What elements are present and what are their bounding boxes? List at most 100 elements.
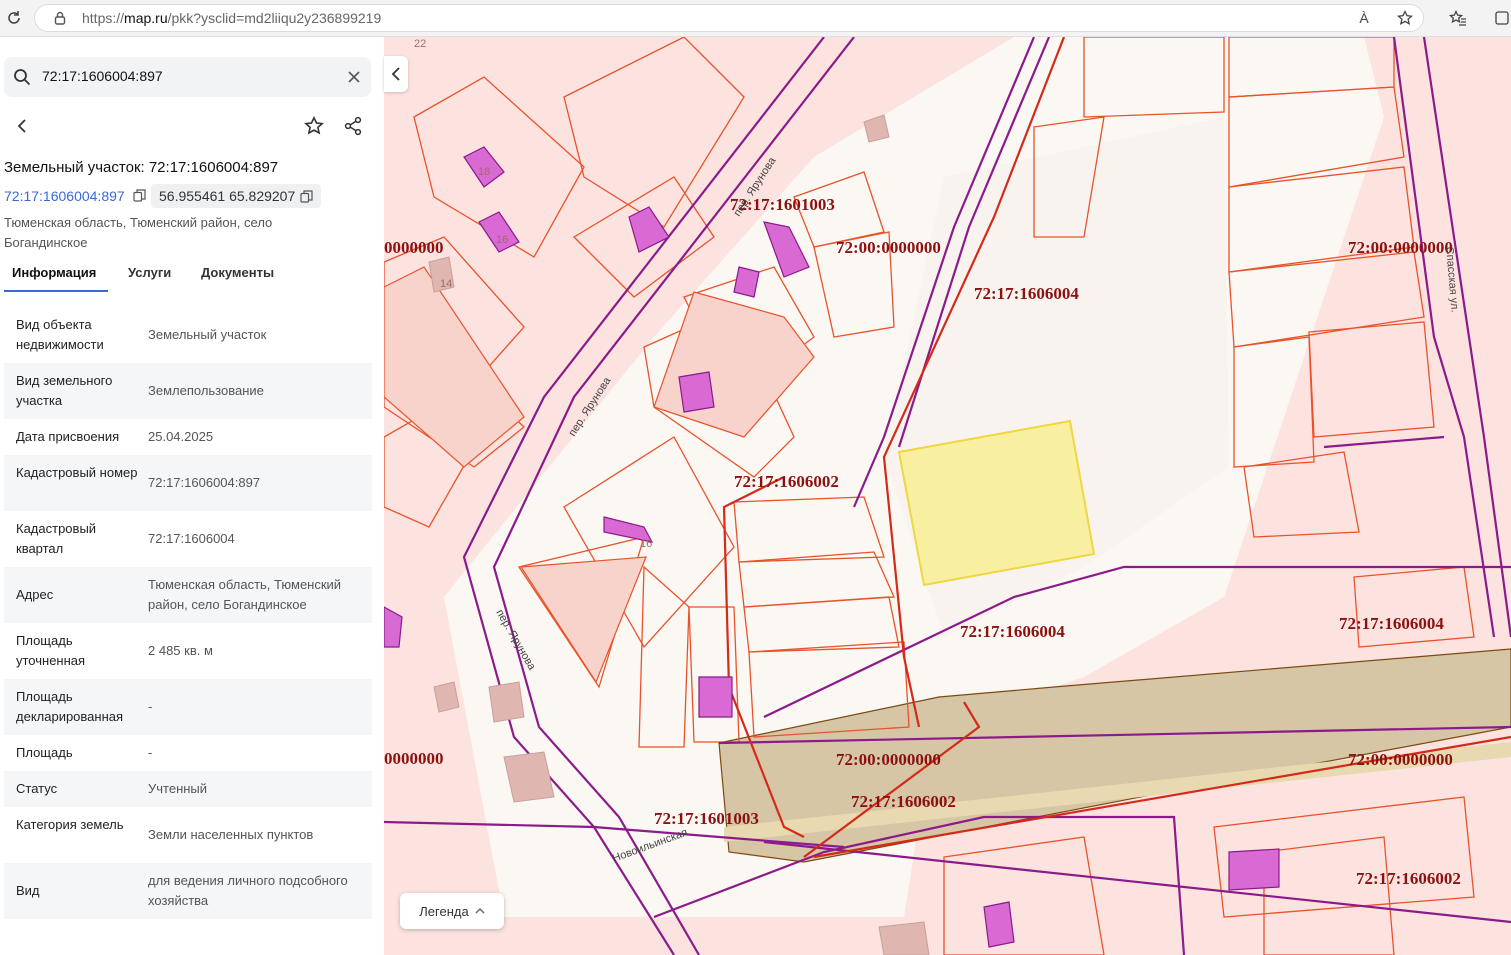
row-value: Землепользование: [148, 383, 264, 398]
reload-icon[interactable]: [2, 6, 26, 30]
parcel-outline: [1243, 451, 1360, 538]
info-table: Вид объекта недвижимости Земельный участ…: [4, 307, 372, 919]
row-label: Вид земельного участка: [16, 373, 113, 408]
cadastral-number-link[interactable]: 72:17:1606004:897: [4, 188, 146, 204]
quarter-boundary: [1422, 37, 1511, 638]
map-label-quarter: 72:17:1606002: [1356, 869, 1461, 888]
search-input[interactable]: 72:17:1606004:897: [42, 68, 163, 84]
page-title: Земельный участок: 72:17:1606004:897: [4, 159, 279, 176]
building-grey: [863, 114, 890, 143]
row-value: -: [148, 699, 153, 714]
row-label: Статус: [16, 781, 58, 796]
parcel-outline: [1353, 566, 1475, 648]
map-label-quarter: 72:00:0000000: [1348, 238, 1453, 257]
collapse-panel-button[interactable]: [384, 56, 408, 92]
street-label: Спасская ул.: [1443, 246, 1461, 313]
info-row-object-type: Вид объекта недвижимости Земельный участ…: [4, 307, 372, 363]
info-row-date: Дата присвоения 25.04.2025: [4, 419, 372, 455]
row-label: Вид объекта недвижимости: [16, 317, 104, 352]
house-number: 18: [478, 166, 490, 178]
info-row-status: Статус Учтенный: [4, 771, 372, 807]
row-value: Учтенный: [148, 781, 208, 796]
copy-icon[interactable]: [132, 189, 146, 202]
row-label: Категория земель: [16, 817, 124, 832]
chevron-up-icon: [475, 907, 485, 914]
building-grey: [488, 681, 525, 723]
row-label: Кадастровый номер: [16, 465, 138, 480]
url-text: https://map.ru/pkk?ysclid=md2liiqu2y2368…: [82, 10, 382, 26]
row-label: Адрес: [16, 587, 54, 602]
map-label-quarter: 72:17:1601003: [654, 809, 759, 828]
info-row-address: Адрес Тюменская область, Тюменский район…: [4, 567, 372, 623]
map-label-quarter: 72:17:1606002: [734, 472, 839, 491]
parcel-outline: [1263, 836, 1395, 955]
favorite-button[interactable]: [302, 114, 326, 138]
info-row-area: Площадь -: [4, 735, 372, 771]
info-row-usage: Вид для ведения личного подсобного хозяй…: [4, 863, 372, 919]
copy-icon[interactable]: [300, 190, 313, 203]
row-value: 72:17:1606004:897: [148, 475, 261, 490]
address-text: Тюменская область, Тюменский район, село…: [4, 215, 273, 250]
read-aloud-icon[interactable]: À: [1352, 6, 1376, 30]
legend-button[interactable]: Легенда: [400, 893, 504, 929]
row-value: -: [148, 745, 153, 760]
extensions-icon[interactable]: [1490, 6, 1511, 30]
row-value: 25.04.2025: [148, 429, 214, 444]
building: [384, 606, 403, 648]
tab-documents[interactable]: Документы: [201, 265, 274, 280]
address-bar[interactable]: https://map.ru/pkk?ysclid=md2liiqu2y2368…: [34, 4, 1424, 32]
info-row-area-declared: Площадь декларированная -: [4, 679, 372, 735]
map-label-quarter: 0000000: [384, 749, 444, 768]
parcel-outline: [1308, 321, 1435, 438]
map-label-quarter: 72:17:1606004: [974, 284, 1079, 303]
active-tab-indicator: [4, 290, 108, 292]
info-row-land-category: Категория земель Земли населенных пункто…: [4, 807, 372, 863]
row-value: Земли населенных пунктов: [148, 827, 314, 842]
share-button[interactable]: [341, 114, 365, 138]
tab-information[interactable]: Информация: [12, 265, 96, 280]
parcel-outline: [943, 836, 1105, 955]
info-panel: 72:17:1606004:897 Земельный участок: 72:…: [0, 37, 384, 955]
building: [983, 901, 1015, 948]
info-row-area-specified: Площадь уточненная 2 485 кв. м: [4, 623, 372, 679]
search-box[interactable]: 72:17:1606004:897: [4, 57, 371, 97]
building: [678, 371, 715, 413]
map-label-quarter: 72:17:1606004: [960, 622, 1065, 641]
row-value: 2 485 кв. м: [148, 643, 213, 658]
row-value: 72:17:1606004: [148, 531, 235, 546]
clear-search-icon[interactable]: [342, 65, 366, 89]
row-label: Площадь: [16, 745, 73, 760]
map-label-quarter: 72:17:1606004: [1339, 614, 1444, 633]
chevron-left-icon: [391, 67, 400, 81]
row-label: Вид: [16, 883, 40, 898]
info-row-cadastral-number: Кадастровый номер 72:17:1606004:897: [4, 455, 372, 511]
house-number: 14: [440, 278, 452, 290]
house-number: 16: [496, 234, 508, 246]
favorites-list-icon[interactable]: [1446, 6, 1470, 30]
parcel-outline: [563, 37, 745, 228]
favorite-star-icon[interactable]: [1393, 6, 1417, 30]
info-row-cadastral-quarter: Кадастровый квартал 72:17:1606004: [4, 511, 372, 567]
cadastral-map[interactable]: 72:17:1601003 72:00:0000000 72:17:160600…: [384, 37, 1511, 955]
row-label: Дата присвоения: [16, 429, 120, 444]
map-label-quarter: 72:00:0000000: [836, 238, 941, 257]
back-button[interactable]: [10, 114, 34, 138]
parcel-shaded: [384, 266, 525, 468]
building: [478, 211, 520, 253]
row-label: Площадь уточненная: [16, 633, 86, 668]
row-value: Земельный участок: [148, 327, 267, 342]
tab-bar: Информация Услуги Документы: [0, 265, 384, 293]
building-grey: [433, 681, 460, 713]
row-label: Кадастровый квартал: [16, 521, 97, 556]
map-label-quarter: 72:00:0000000: [836, 750, 941, 769]
browser-toolbar: https://map.ru/pkk?ysclid=md2liiqu2y2368…: [0, 0, 1511, 37]
coordinates-badge[interactable]: 56.955461 65.829207: [151, 184, 322, 208]
tab-services[interactable]: Услуги: [128, 265, 171, 280]
house-number: 22: [414, 38, 426, 50]
row-value: для ведения личного подсобного хозяйства: [148, 873, 348, 908]
map-label-quarter: 72:00:0000000: [1348, 750, 1453, 769]
building: [733, 266, 760, 298]
lock-icon[interactable]: [48, 6, 72, 30]
legend-label: Легенда: [419, 903, 469, 919]
house-number: 16: [640, 538, 652, 550]
